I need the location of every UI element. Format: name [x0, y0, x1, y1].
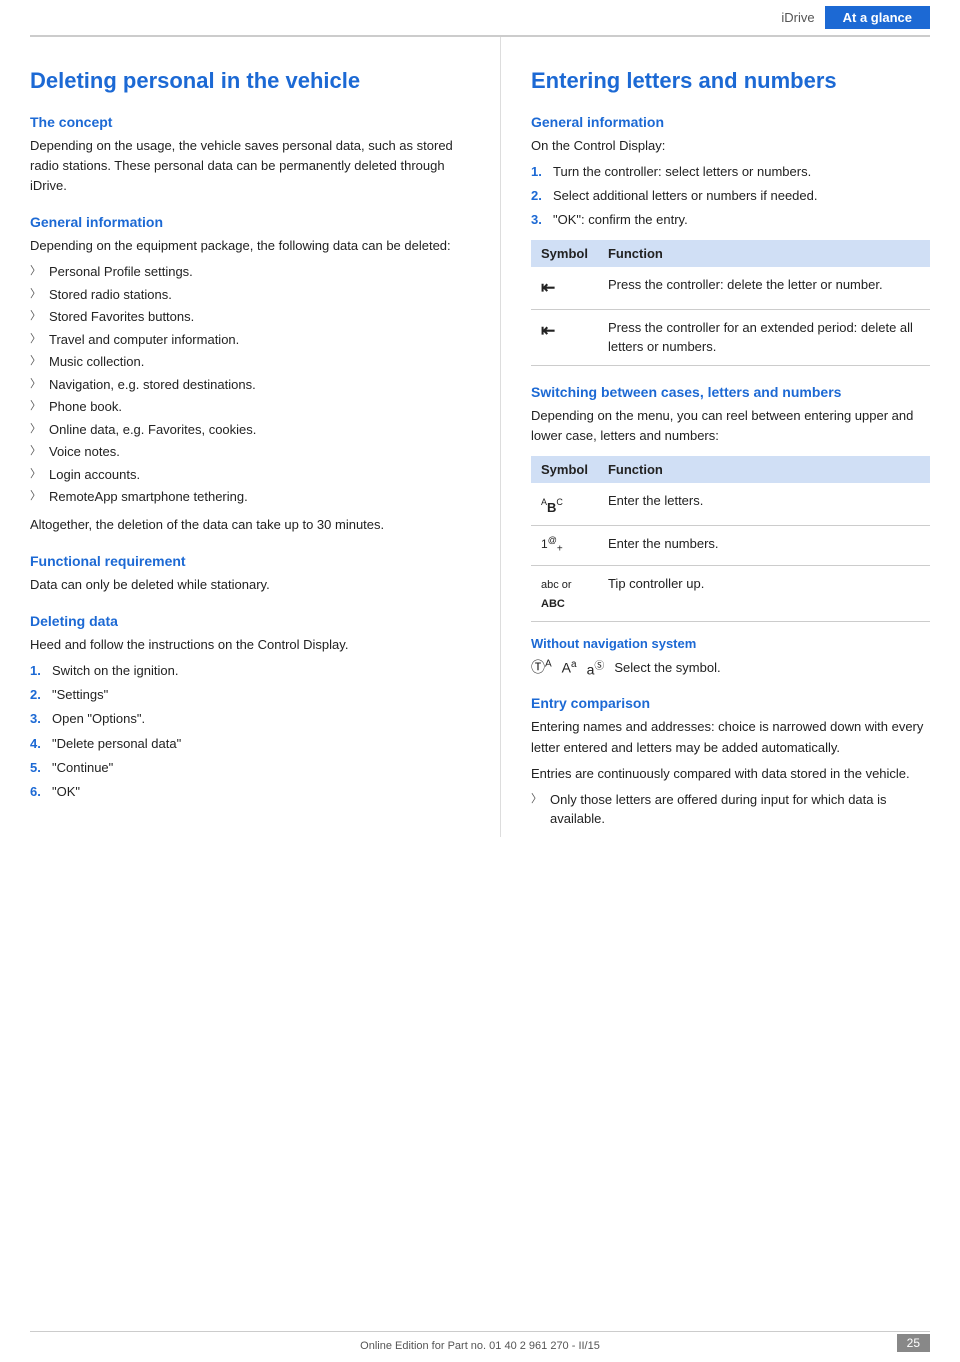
delete-long-symbol-icon: ⇤	[541, 321, 555, 340]
table-row: ⇤ Press the controller for an extended p…	[531, 309, 930, 365]
symbol-table-1: Symbol Function ⇤ Press the controller: …	[531, 240, 930, 366]
function-cell: Enter the letters.	[598, 483, 930, 526]
step-item: 3."OK": confirm the entry.	[531, 210, 930, 230]
page-footer: Online Edition for Part no. 01 40 2 961 …	[30, 1331, 930, 1352]
entry-comparison-text1: Entering names and addresses: choice is …	[531, 717, 930, 757]
symbol-cell: abc or ABC	[531, 565, 598, 621]
bullet-list: 〉Personal Profile settings. 〉Stored radi…	[30, 262, 470, 507]
deleting-data-heading: Deleting data	[30, 613, 470, 629]
table2-col-symbol: Symbol	[531, 456, 598, 483]
functional-req-heading: Functional requirement	[30, 553, 470, 569]
table2-col-function: Function	[598, 456, 930, 483]
list-item: 〉Navigation, e.g. stored destinations.	[30, 375, 470, 395]
list-item: 〉Stored Favorites buttons.	[30, 307, 470, 327]
without-nav-heading: Without navigation system	[531, 636, 930, 651]
concept-heading: The concept	[30, 114, 470, 130]
active-label: At a glance	[825, 6, 930, 29]
bullet-icon: 〉	[30, 308, 41, 325]
list-item: 〉 Only those letters are offered during …	[531, 790, 930, 829]
symbol-cell: ⇤	[531, 309, 598, 365]
delete-symbol-icon: ⇤	[541, 278, 555, 297]
steps-list: 1.Switch on the ignition. 2."Settings" 3…	[30, 661, 470, 802]
table-row: 1@+ Enter the numbers.	[531, 526, 930, 565]
without-nav-text: Select the symbol.	[614, 660, 720, 675]
switch-heading: Switching between cases, letters and num…	[531, 384, 930, 400]
list-item: 〉Personal Profile settings.	[30, 262, 470, 282]
right-column: Entering letters and numbers General inf…	[500, 37, 930, 837]
concept-text: Depending on the usage, the vehicle save…	[30, 136, 470, 196]
table1-col-symbol: Symbol	[531, 240, 598, 267]
entry-comparison-bullets: 〉 Only those letters are offered during …	[531, 790, 930, 829]
left-column: Deleting personal in the vehicle The con…	[30, 37, 470, 837]
general-info-text: Depending on the equipment package, the …	[30, 236, 470, 256]
bullet-icon: 〉	[30, 353, 41, 370]
step-item: 2."Settings"	[30, 685, 470, 705]
list-item: 〉Phone book.	[30, 397, 470, 417]
list-item: 〉RemoteApp smartphone tethering.	[30, 487, 470, 507]
bullet-icon: 〉	[30, 421, 41, 438]
without-nav-symbols: ⓉA Aa aⓈ Select the symbol.	[531, 657, 930, 678]
bullet-icon: 〉	[30, 488, 41, 505]
nav-label: iDrive	[781, 10, 824, 25]
step-item: 2.Select additional letters or numbers i…	[531, 186, 930, 206]
abc-or-ABC-symbol-icon: abc or ABC	[541, 579, 572, 611]
symbol-cell: ⇤	[531, 267, 598, 309]
step-item: 1.Switch on the ignition.	[30, 661, 470, 681]
list-item: 〉Voice notes.	[30, 442, 470, 462]
page-header: iDrive At a glance	[30, 0, 930, 37]
bullet-icon: 〉	[30, 398, 41, 415]
symbol-char-3: aⓈ	[587, 657, 605, 678]
abc-symbol-icon: ABC	[541, 498, 563, 518]
general-info-heading-right: General information	[531, 114, 930, 130]
general-info-intro: On the Control Display:	[531, 136, 930, 156]
symbol-cell: 1@+	[531, 526, 598, 565]
list-item: 〉Online data, e.g. Favorites, cookies.	[30, 420, 470, 440]
step-item: 4."Delete personal data"	[30, 734, 470, 754]
symbol-cell: ABC	[531, 483, 598, 526]
function-cell: Press the controller for an extended per…	[598, 309, 930, 365]
list-item: 〉Travel and computer information.	[30, 330, 470, 350]
deleting-data-text: Heed and follow the instructions on the …	[30, 635, 470, 655]
right-steps-list: 1.Turn the controller: select letters or…	[531, 162, 930, 230]
bullet-icon: 〉	[30, 466, 41, 483]
function-cell: Press the controller: delete the letter …	[598, 267, 930, 309]
general-info-heading-left: General information	[30, 214, 470, 230]
table-row: ⇤ Press the controller: delete the lette…	[531, 267, 930, 309]
switch-text: Depending on the menu, you can reel betw…	[531, 406, 930, 446]
bullet-icon: 〉	[30, 263, 41, 280]
symbol-char-2: Aa	[562, 659, 577, 676]
bullet-icon: 〉	[30, 286, 41, 303]
step-item: 3.Open "Options".	[30, 709, 470, 729]
symbol-char-1: ⓉA	[531, 657, 552, 677]
table-row: ABC Enter the letters.	[531, 483, 930, 526]
table-row: abc or ABC Tip controller up.	[531, 565, 930, 621]
step-item: 1.Turn the controller: select letters or…	[531, 162, 930, 182]
page-number: 25	[897, 1334, 930, 1352]
list-item: 〉Music collection.	[30, 352, 470, 372]
general-info-footer: Altogether, the deletion of the data can…	[30, 515, 470, 535]
footer-text: Online Edition for Part no. 01 40 2 961 …	[360, 1340, 600, 1352]
list-item: 〉Login accounts.	[30, 465, 470, 485]
bullet-icon: 〉	[30, 443, 41, 460]
symbol-table-2: Symbol Function ABC Enter the letters.	[531, 456, 930, 622]
entry-comparison-heading: Entry comparison	[531, 695, 930, 711]
bullet-icon: 〉	[30, 331, 41, 348]
table1-col-function: Function	[598, 240, 930, 267]
right-page-title: Entering letters and numbers	[531, 67, 930, 96]
step-item: 5."Continue"	[30, 758, 470, 778]
left-page-title: Deleting personal in the vehicle	[30, 67, 470, 96]
entry-comparison-text2: Entries are continuously compared with d…	[531, 764, 930, 784]
bullet-icon: 〉	[531, 791, 542, 808]
list-item: 〉Stored radio stations.	[30, 285, 470, 305]
function-cell: Tip controller up.	[598, 565, 930, 621]
page-content: Deleting personal in the vehicle The con…	[0, 37, 960, 837]
num-symbol-icon: 1@+	[541, 537, 563, 551]
step-item: 6."OK"	[30, 782, 470, 802]
function-cell: Enter the numbers.	[598, 526, 930, 565]
bullet-icon: 〉	[30, 376, 41, 393]
functional-req-text: Data can only be deleted while stationar…	[30, 575, 470, 595]
